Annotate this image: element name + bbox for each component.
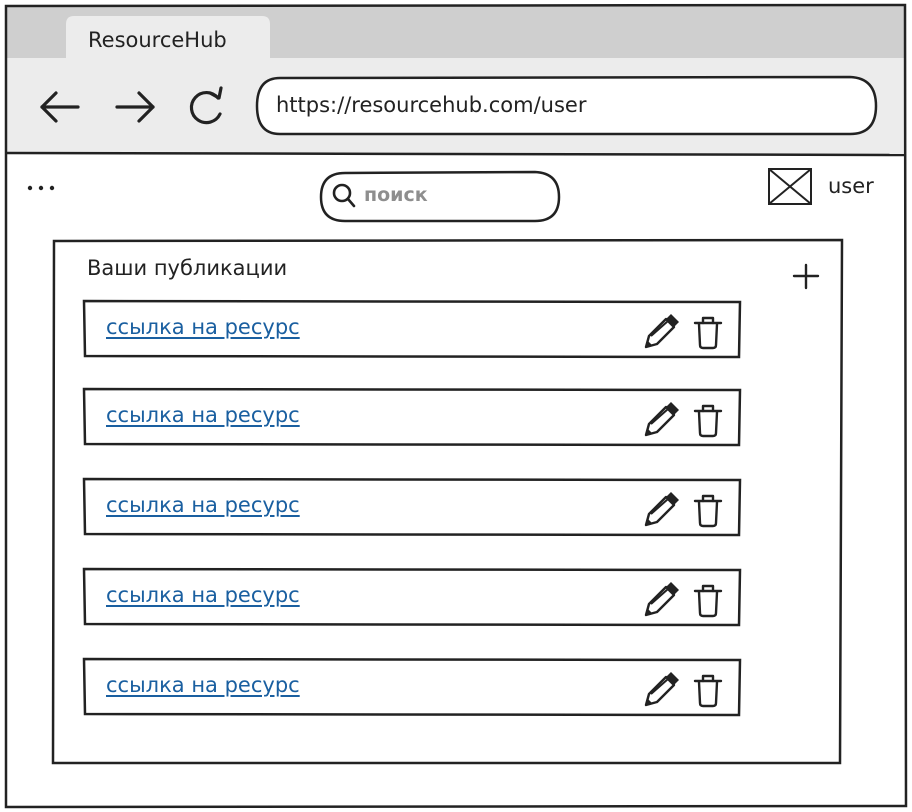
resource-link[interactable]: ссылка на ресурс	[106, 493, 300, 517]
tab-title[interactable]: ResourceHub	[88, 28, 227, 52]
user-label[interactable]: user	[828, 174, 874, 198]
resource-link[interactable]: ссылка на ресурс	[106, 583, 300, 607]
resource-link[interactable]: ссылка на ресурс	[106, 673, 300, 697]
resource-link[interactable]: ссылка на ресурс	[106, 403, 300, 427]
search-input[interactable]: поиск	[364, 184, 428, 206]
resource-link[interactable]: ссылка на ресурс	[106, 315, 300, 339]
search-field-outline	[319, 170, 561, 223]
url-text[interactable]: https://resourcehub.com/user	[276, 93, 586, 117]
publications-title: Ваши публикации	[87, 256, 288, 280]
